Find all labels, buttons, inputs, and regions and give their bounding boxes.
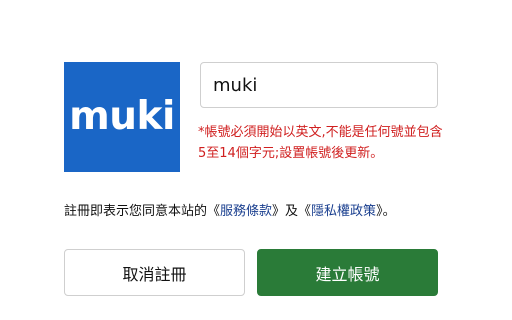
privacy-policy-link[interactable]: 隱私權政策: [311, 204, 376, 219]
terms-of-service-link[interactable]: 服務條款: [220, 204, 272, 219]
terms-notice: 註冊即表示您同意本站的《服務條款》及《隱私權政策》。: [64, 202, 484, 222]
cancel-registration-button[interactable]: 取消註冊: [64, 249, 245, 296]
signup-form: muki *帳號必須開始以英文,不能是任何號並包含5至14個字元;設置帳號後更新…: [0, 0, 512, 320]
terms-middle: 》及《: [272, 204, 312, 219]
muki-logo: muki: [64, 62, 180, 172]
create-account-button[interactable]: 建立帳號: [257, 249, 438, 296]
terms-prefix: 註冊即表示您同意本站的《: [64, 204, 221, 219]
terms-suffix: 》。: [376, 204, 396, 219]
logo-text: muki: [69, 93, 175, 139]
username-input[interactable]: [200, 62, 438, 108]
username-hint: *帳號必須開始以英文,不能是任何號並包含5至14個字元;設置帳號後更新。: [198, 125, 443, 161]
